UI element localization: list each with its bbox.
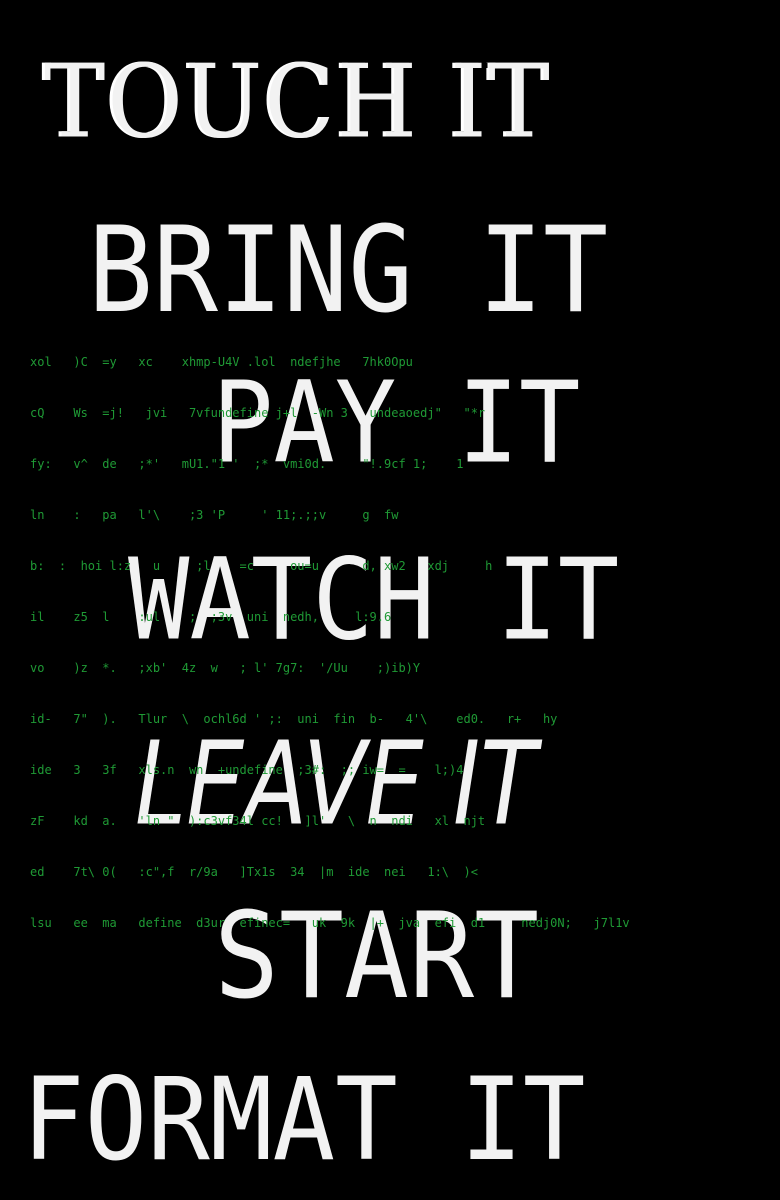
matrix-line: lsu ee ma define d3ur efinec= uk 9k |+ j… (30, 916, 630, 930)
menu-item-format-it[interactable]: FORMAT IT (22, 1062, 586, 1176)
matrix-line: zF kd a. 'ln " ):c3vf34l cc! ]l' \ n ndi… (30, 814, 486, 828)
matrix-line: vo )z *. ;xb' 4z w ; l' 7g7: '/Uu ;)ib)Y (30, 661, 421, 675)
matrix-line: b: : hoi l:z u ;l =c ou=u d, xw2 xdj h (30, 559, 493, 573)
matrix-line: ln : pa l'\ ;3 'P ' 11;.;;v g fw (30, 508, 399, 522)
matrix-line: il z5 l :ul ; ;3v uni nedh, l:9.6 (30, 610, 392, 624)
menu-item-touch-it[interactable]: TOUCH IT (44, 51, 552, 153)
matrix-line: ide 3 3f xls.n wn +undefine ;3#: ;; iw= … (30, 763, 464, 777)
matrix-line: fy: v^ de ;*' mU1."1 ' ;* vmi0d. "!.9cf … (30, 457, 464, 471)
matrix-line: id- 7" ). Tlur \ ochl6d ' ;: uni fin b- … (30, 712, 558, 726)
matrix-line: ed 7t\ 0( :c",f r/9a ]Tx1s 34 |m ide nei… (30, 865, 478, 879)
matrix-line: xol )C =y xc xhmp-U4V .lol ndefjhe 7hk0O… (30, 355, 413, 369)
matrix-code-background: xol )C =y xc xhmp-U4V .lol ndefjhe 7hk0O… (30, 320, 770, 949)
matrix-line: cQ Ws =j! jvi 7vfundefine j+l -Wn 3 unde… (30, 406, 486, 420)
menu-item-bring-it[interactable]: BRING IT (88, 211, 608, 331)
